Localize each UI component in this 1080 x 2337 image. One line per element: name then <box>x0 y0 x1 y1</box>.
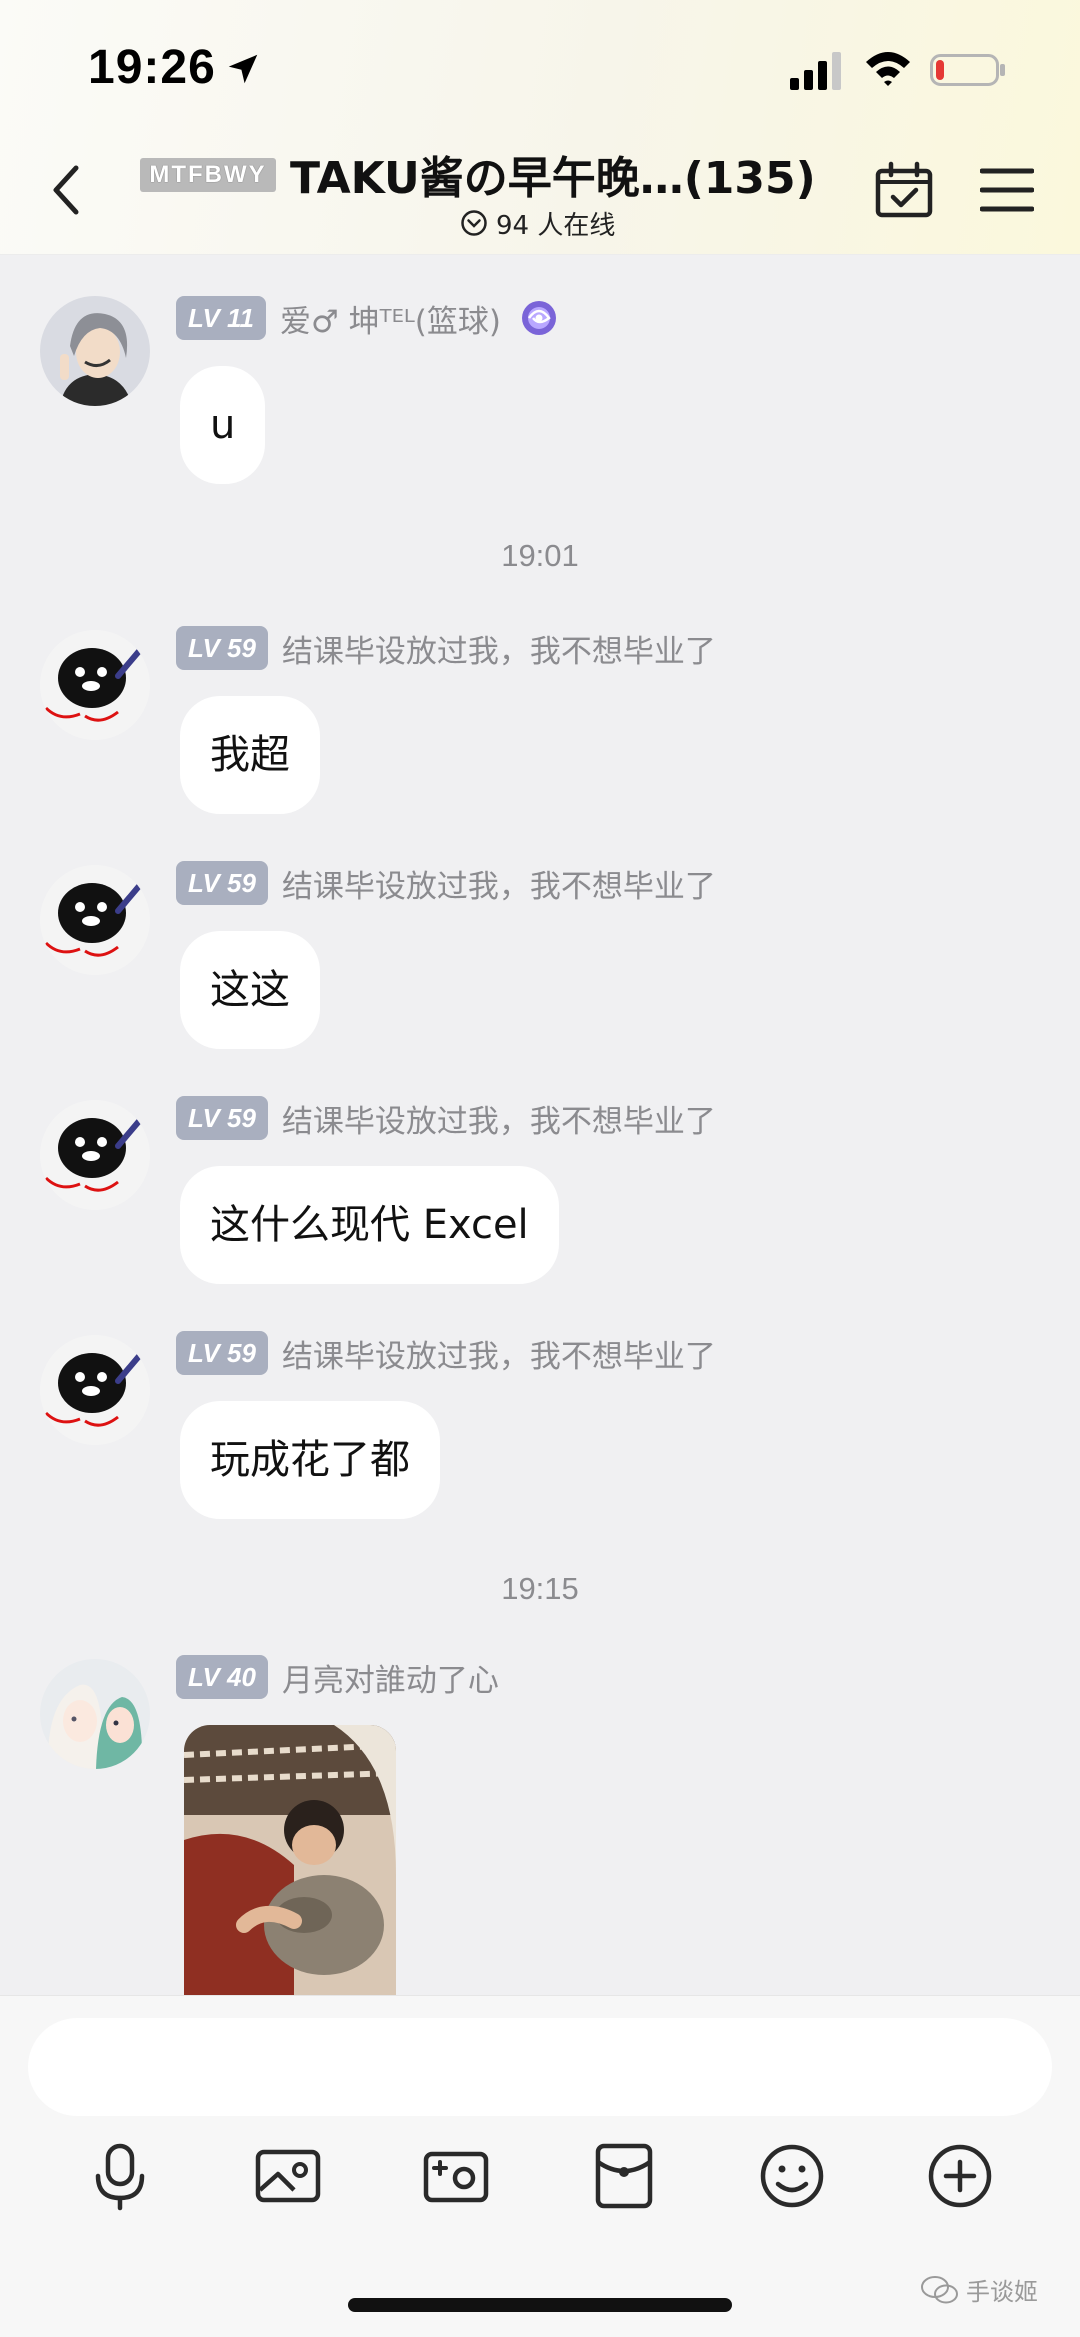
avatar[interactable] <box>40 296 150 406</box>
emoji-button[interactable] <box>756 2140 828 2212</box>
level-badge: LV 59 <box>176 1331 268 1375</box>
microphone-icon <box>95 2143 145 2211</box>
chat-title[interactable]: TAKU酱の早午晚…(135) <box>290 142 850 206</box>
level-badge: LV 59 <box>176 861 268 905</box>
hamburger-menu-icon[interactable] <box>980 165 1034 215</box>
status-time: 19:26 <box>88 41 216 94</box>
back-button[interactable] <box>44 160 88 220</box>
sender-nickname[interactable]: 结课毕设放过我，我不想毕业了 <box>282 1096 716 1141</box>
voice-button[interactable] <box>84 2140 156 2212</box>
red-packet-icon <box>595 2143 653 2209</box>
level-badge: LV 59 <box>176 1096 268 1140</box>
message-meta: LV 59 结课毕设放过我，我不想毕业了 <box>176 1096 716 1140</box>
level-badge: LV 59 <box>176 626 268 670</box>
gallery-button[interactable] <box>252 2140 324 2212</box>
message-meta: LV 59 结课毕设放过我，我不想毕业了 <box>176 861 716 905</box>
level-badge: LV 11 <box>176 296 267 340</box>
watermark-text: 手谈姬 <box>966 2278 1038 2306</box>
avatar[interactable] <box>40 1335 150 1445</box>
time-separator: 19:15 <box>501 1571 579 1606</box>
message-meta: LV 59 结课毕设放过我，我不想毕业了 <box>176 626 716 670</box>
composer <box>0 1995 1080 2337</box>
level-badge: LV 40 <box>176 1655 268 1699</box>
sender-nickname[interactable]: 结课毕设放过我，我不想毕业了 <box>282 1331 716 1376</box>
chevron-down-circle-icon <box>461 210 487 236</box>
message-bubble[interactable]: 我超 <box>180 696 320 814</box>
red-packet-button[interactable] <box>588 2140 660 2212</box>
online-count[interactable]: 94 人在线 <box>460 205 615 241</box>
message-bubble[interactable]: 这这 <box>180 931 320 1049</box>
location-arrow-icon <box>228 54 258 84</box>
photo-person-hugging-cat <box>184 1725 396 1995</box>
message-meta: LV 11 爱♂ 坤ᵀᴱᴸ(篮球) <box>176 296 563 340</box>
sender-nickname[interactable]: 爱♂ 坤ᵀᴱᴸ(篮球) <box>280 296 501 341</box>
home-indicator[interactable] <box>348 2298 732 2312</box>
message-meta: LV 59 结课毕设放过我，我不想毕业了 <box>176 1331 716 1375</box>
avatar-anime-two-girls <box>40 1659 150 1769</box>
sender-nickname[interactable]: 结课毕设放过我，我不想毕业了 <box>282 626 716 671</box>
calendar-check-icon[interactable] <box>874 160 934 220</box>
galaxy-sticker-icon <box>521 301 556 335</box>
wechat-icon <box>921 2275 958 2303</box>
avatar[interactable] <box>40 865 150 975</box>
sender-nickname[interactable]: 月亮对誰动了心 <box>282 1655 499 1700</box>
message-bubble[interactable]: 这什么现代 Excel <box>180 1166 559 1284</box>
top-bar: 19:26 MTFBWY TAKU酱の早午晚…(135) 94 人在线 <box>0 0 1080 255</box>
sender-nickname[interactable]: 结课毕设放过我，我不想毕业了 <box>282 861 716 906</box>
plus-icon <box>928 2144 992 2208</box>
avatar[interactable] <box>40 1659 150 1769</box>
avatar-black-penguin <box>40 1335 150 1445</box>
avatar[interactable] <box>40 1100 150 1210</box>
avatar-black-penguin <box>40 630 150 740</box>
camera-button[interactable] <box>420 2140 492 2212</box>
online-count-label: 94 人在线 <box>496 210 616 241</box>
cellular-signal-icon <box>790 52 841 90</box>
avatar-black-penguin <box>40 865 150 975</box>
gallery-icon <box>255 2149 321 2203</box>
message-image[interactable] <box>184 1725 396 1995</box>
avatar[interactable] <box>40 630 150 740</box>
message-bubble[interactable]: u <box>180 366 266 484</box>
message-input[interactable] <box>28 2018 1052 2116</box>
battery-low-icon <box>930 54 1005 86</box>
avatar-anime-grey-hair <box>40 296 150 406</box>
camera-icon <box>423 2151 489 2203</box>
group-logo: MTFBWY <box>140 158 276 192</box>
more-button[interactable] <box>924 2140 996 2212</box>
message-bubble[interactable]: 玩成花了都 <box>180 1401 440 1519</box>
avatar-black-penguin <box>40 1100 150 1210</box>
emoji-icon <box>760 2144 824 2208</box>
message-meta: LV 40 月亮对誰动了心 <box>176 1655 499 1699</box>
watermark: 手谈姬 <box>920 2272 1038 2307</box>
wifi-icon <box>866 52 910 86</box>
time-separator: 19:01 <box>501 538 579 573</box>
